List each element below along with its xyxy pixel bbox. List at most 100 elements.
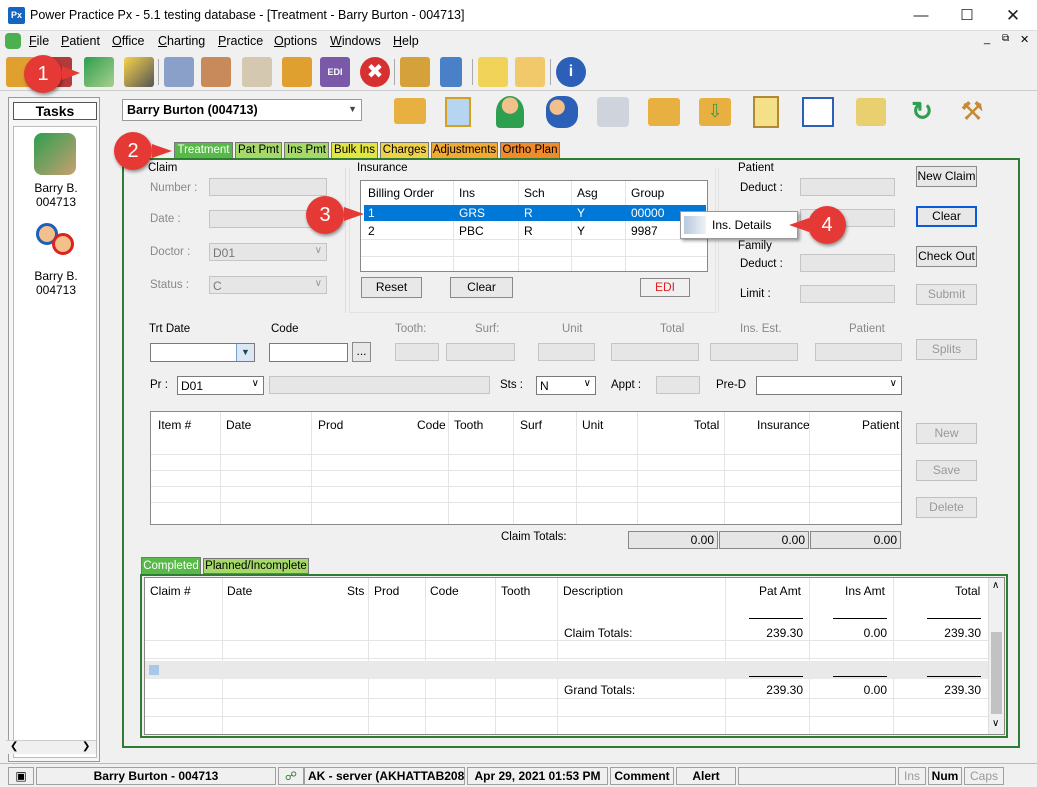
mdi-close-icon[interactable]: ✕ bbox=[1020, 33, 1029, 46]
save-button[interactable]: Save bbox=[916, 460, 977, 481]
tab-ins-pmt[interactable]: Ins Pmt bbox=[284, 142, 329, 159]
medicine-bottle-icon[interactable] bbox=[440, 57, 462, 87]
maximize-icon[interactable]: ☐ bbox=[944, 0, 990, 31]
menu-office[interactable]: Office bbox=[112, 34, 144, 48]
calendar-grid-icon[interactable] bbox=[201, 57, 231, 87]
submit-button[interactable]: Submit bbox=[916, 284, 977, 305]
menu-file[interactable]: File bbox=[29, 34, 49, 48]
col-ins[interactable]: Ins bbox=[459, 186, 475, 200]
unit-field[interactable] bbox=[538, 343, 595, 361]
gift-box-icon[interactable] bbox=[282, 57, 312, 87]
col-group[interactable]: Group bbox=[631, 186, 664, 200]
patient-photo-icon[interactable] bbox=[445, 97, 471, 127]
ins-details-menu-item[interactable]: Ins. Details bbox=[712, 218, 771, 232]
col-insurance[interactable]: Insurance bbox=[757, 418, 810, 432]
completed-grid[interactable]: Claim # Date Sts Prod Code Tooth Descrip… bbox=[144, 577, 1005, 735]
ins-est-field[interactable] bbox=[710, 343, 798, 361]
col-billing-order[interactable]: Billing Order bbox=[368, 186, 434, 200]
table-row[interactable]: 1 GRS R Y 00000 bbox=[364, 205, 706, 221]
insurance-clear-button[interactable]: Clear bbox=[450, 277, 513, 298]
new-button[interactable]: New bbox=[916, 423, 977, 444]
scroll-right-icon[interactable]: ❯ bbox=[82, 741, 90, 752]
scroll-down-icon[interactable]: ∨ bbox=[992, 718, 999, 729]
patient-est-field[interactable] bbox=[815, 343, 902, 361]
family-icon[interactable] bbox=[34, 221, 76, 263]
patient-deduct-field[interactable] bbox=[800, 178, 895, 196]
edi-icon[interactable]: EDI bbox=[320, 57, 350, 87]
minimize-icon[interactable]: — bbox=[898, 0, 944, 31]
col-code[interactable]: Code bbox=[430, 584, 459, 598]
insurance-grid[interactable]: Billing Order Ins Sch Asg Group 1 GRS R … bbox=[360, 180, 708, 272]
col-date[interactable]: Date bbox=[227, 584, 252, 598]
col-total[interactable]: Total bbox=[694, 418, 719, 432]
tab-completed[interactable]: Completed bbox=[141, 557, 201, 575]
folder-icon[interactable] bbox=[394, 98, 426, 124]
menu-practice[interactable]: Practice bbox=[218, 34, 263, 48]
print-alert-icon[interactable] bbox=[597, 97, 629, 127]
col-total[interactable]: Total bbox=[955, 584, 980, 598]
col-description[interactable]: Description bbox=[563, 584, 623, 598]
folder-download-icon[interactable]: ⇩ bbox=[699, 98, 731, 126]
id-card-icon[interactable] bbox=[400, 57, 430, 87]
refresh-icon[interactable]: ↻ bbox=[907, 97, 937, 127]
handwriting-icon[interactable] bbox=[478, 57, 508, 87]
scroll-up-icon[interactable]: ∧ bbox=[992, 580, 999, 591]
clipboard-icon[interactable] bbox=[753, 96, 779, 128]
provider-select[interactable]: D01 ∨ bbox=[177, 376, 264, 395]
trt-date-picker[interactable]: ▼ bbox=[150, 343, 255, 362]
task-patient-id[interactable]: 004713 bbox=[14, 283, 98, 297]
menu-windows[interactable]: Windows bbox=[330, 34, 381, 48]
col-item[interactable]: Item # bbox=[158, 418, 191, 432]
col-date[interactable]: Date bbox=[226, 418, 251, 432]
col-prod[interactable]: Prod bbox=[374, 584, 399, 598]
task-patient-name[interactable]: Barry B. bbox=[14, 181, 98, 195]
calendar-icon[interactable] bbox=[802, 97, 834, 127]
tab-bulk-ins[interactable]: Bulk Ins bbox=[331, 142, 378, 159]
mdi-minimize-icon[interactable]: _ bbox=[984, 33, 990, 45]
camera-icon[interactable]: ▣ bbox=[8, 767, 34, 785]
menu-help[interactable]: Help bbox=[393, 34, 419, 48]
people-icon[interactable] bbox=[546, 96, 578, 128]
col-code[interactable]: Code bbox=[417, 418, 446, 432]
tab-charges[interactable]: Charges bbox=[380, 142, 429, 159]
splits-button[interactable]: Splits bbox=[916, 339, 977, 360]
task-patient-name[interactable]: Barry B. bbox=[14, 269, 98, 283]
surf-field[interactable] bbox=[446, 343, 515, 361]
patient-select[interactable]: Barry Burton (004713) ▼ bbox=[122, 99, 362, 121]
wrench-icon[interactable]: ⚒ bbox=[958, 96, 986, 128]
claim-status-select[interactable]: C ∨ bbox=[209, 276, 327, 294]
cancel-icon[interactable]: ✖ bbox=[360, 57, 390, 87]
appt-field[interactable] bbox=[656, 376, 700, 394]
pre-d-select[interactable]: ∨ bbox=[756, 376, 902, 395]
note-pin-icon[interactable] bbox=[856, 98, 886, 126]
task-patient-id[interactable]: 004713 bbox=[14, 195, 98, 209]
tooth-field[interactable] bbox=[395, 343, 439, 361]
calendar-dropdown-icon[interactable]: ▼ bbox=[236, 344, 254, 361]
status-comment[interactable]: Comment bbox=[610, 767, 674, 785]
status-alert[interactable]: Alert bbox=[676, 767, 736, 785]
family-limit-field[interactable] bbox=[800, 285, 895, 303]
info-icon[interactable]: i bbox=[556, 57, 586, 87]
col-surf[interactable]: Surf bbox=[520, 418, 542, 432]
scroll-thumb[interactable] bbox=[991, 632, 1002, 714]
col-prod[interactable]: Prod bbox=[318, 418, 343, 432]
total-field[interactable] bbox=[611, 343, 699, 361]
col-patient[interactable]: Patient bbox=[862, 418, 899, 432]
code-input[interactable] bbox=[269, 343, 348, 362]
chart-icon[interactable] bbox=[242, 57, 272, 87]
close-icon[interactable]: ✕ bbox=[990, 0, 1036, 31]
completed-scrollbar[interactable]: ∧ ∨ bbox=[988, 578, 1004, 734]
family-deduct-field[interactable] bbox=[800, 254, 895, 272]
tasks-scrollbar[interactable]: ❮ ❯ bbox=[6, 740, 96, 754]
claim-number-field[interactable] bbox=[209, 178, 327, 196]
claim-doctor-select[interactable]: D01 ∨ bbox=[209, 243, 327, 261]
col-sts[interactable]: Sts bbox=[347, 584, 364, 598]
tab-planned-incomplete[interactable]: Planned/Incomplete bbox=[203, 558, 309, 574]
menu-patient[interactable]: Patient bbox=[61, 34, 100, 48]
menu-charting[interactable]: Charting bbox=[158, 34, 205, 48]
tab-adjustments[interactable]: Adjustments bbox=[431, 142, 498, 159]
col-ins-amt[interactable]: Ins Amt bbox=[845, 584, 885, 598]
col-pat-amt[interactable]: Pat Amt bbox=[759, 584, 801, 598]
col-tooth[interactable]: Tooth bbox=[454, 418, 483, 432]
col-unit[interactable]: Unit bbox=[582, 418, 603, 432]
